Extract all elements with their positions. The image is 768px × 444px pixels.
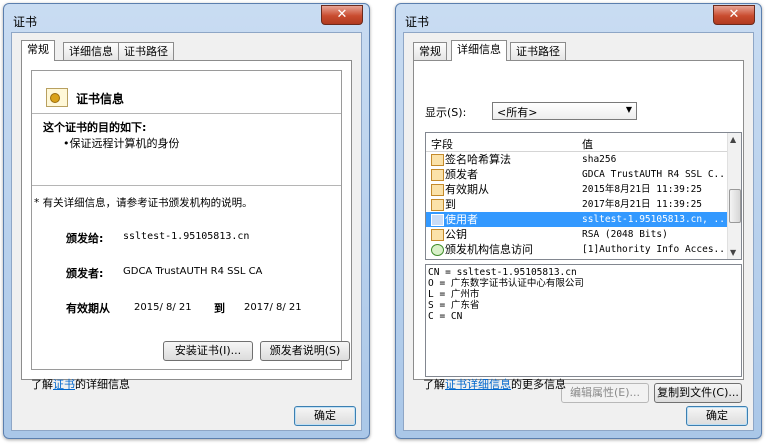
learn-prefix: 了解 [423, 378, 445, 391]
row-value: [1]Authority Info Acces... [582, 244, 731, 255]
row-field: 签名哈希算法 [445, 153, 511, 166]
detail-line: S = 广东省 [428, 300, 480, 311]
row-field: 公钥 [445, 228, 467, 241]
divider [32, 113, 341, 114]
show-dropdown-value: <所有> [497, 106, 538, 119]
row-field: 有效期从 [445, 183, 489, 196]
tab-general[interactable]: 常规 [413, 42, 447, 60]
dialog-client-area: 常规 详细信息 证书路径 证书信息 这个证书的目的如下: •保证远程计算机的身份… [11, 32, 362, 431]
valid-to-value: 2017/ 8/ 21 [244, 302, 302, 313]
general-panel: 证书信息 这个证书的目的如下: •保证远程计算机的身份 * 有关详细信息，请参考… [21, 60, 352, 380]
field-icon [431, 229, 444, 241]
row-field: 使用者 [445, 213, 478, 226]
learn-prefix: 了解 [31, 378, 53, 391]
scroll-thumb[interactable] [729, 189, 741, 223]
tab-general[interactable]: 常规 [21, 40, 55, 61]
learn-more-link[interactable]: 证书详细信息 [445, 378, 511, 391]
detail-line: L = 广州市 [428, 289, 480, 300]
footnote: * 有关详细信息，请参考证书颁发机构的说明。 [34, 197, 253, 209]
field-icon [431, 214, 444, 226]
close-button[interactable]: ✕ [321, 5, 363, 25]
list-row[interactable]: 有效期从 2015年8月21日 11:39:25 [426, 182, 727, 197]
certificate-info-box: 证书信息 这个证书的目的如下: •保证远程计算机的身份 * 有关详细信息，请参考… [31, 70, 350, 370]
issued-by-value: GDCA TrustAUTH R4 SSL CA [123, 266, 263, 277]
field-icon [431, 169, 444, 181]
purpose-item: •保证远程计算机的身份 [63, 137, 180, 150]
window-title: 证书 [13, 15, 38, 29]
issued-to-label: 颁发给: [66, 232, 104, 245]
show-label: 显示(S): [425, 106, 467, 119]
certificate-dialog-general: 证书 ✕ 常规 详细信息 证书路径 证书信息 这个证书的目的如下: •保证远程计… [3, 3, 370, 439]
issuer-statement-button[interactable]: 颁发者说明(S) [260, 341, 350, 361]
row-value: sha256 [582, 154, 617, 165]
detail-line: C = CN [428, 311, 463, 322]
column-header-field[interactable]: 字段 [431, 136, 453, 152]
chevron-down-icon: ▼ [625, 105, 632, 114]
divider [32, 185, 341, 186]
learn-more-text: 了解证书的详细信息 [31, 376, 130, 392]
list-row[interactable]: 颁发者 GDCA TrustAUTH R4 SSL C... [426, 167, 731, 182]
row-value: 2017年8月21日 11:39:25 [582, 199, 703, 210]
field-icon [431, 154, 444, 166]
vertical-scrollbar[interactable]: ▲ ▼ [727, 133, 741, 259]
purpose-heading: 这个证书的目的如下: [43, 121, 147, 134]
scroll-up-icon[interactable]: ▲ [730, 135, 736, 144]
cert-info-heading: 证书信息 [76, 92, 125, 106]
detail-line: O = 广东数字证书认证中心有限公司 [428, 278, 584, 289]
row-field: 颁发者 [445, 168, 478, 181]
certificate-icon [46, 88, 68, 107]
validity-to-label: 到 [214, 302, 225, 315]
list-row[interactable]: 使用者 ssltest-1.95105813.cn, ... [426, 212, 731, 227]
validity-label: 有效期从 [66, 302, 110, 315]
row-value: ssltest-1.95105813.cn, ... [582, 214, 731, 225]
list-row[interactable]: 到 2017年8月21日 11:39:25 [426, 197, 727, 212]
copy-to-file-button[interactable]: 复制到文件(C)... [654, 383, 742, 403]
detail-textbox[interactable]: CN = ssltest-1.95105813.cn O = 广东数字证书认证中… [425, 264, 742, 377]
field-icon [431, 184, 444, 196]
row-field: 颁发机构信息访问 [445, 243, 533, 256]
list-row[interactable]: 签名哈希算法 sha256 [426, 152, 727, 167]
details-panel: 显示(S): <所有> ▼ 字段 值 签名哈希算法 sha256 颁发者 GDCA T… [413, 60, 744, 403]
dialog-client-area: 常规 详细信息 证书路径 显示(S): <所有> ▼ 字段 值 签名哈希算法 sh… [403, 32, 754, 431]
certificate-dialog-details: 证书 ✕ 常规 详细信息 证书路径 显示(S): <所有> ▼ 字段 值 签名哈… [395, 3, 762, 439]
detail-line: CN = ssltest-1.95105813.cn [428, 267, 577, 278]
show-dropdown[interactable]: <所有> ▼ [492, 102, 637, 120]
issued-to-value: ssltest-1.95105813.cn [123, 231, 250, 242]
list-row[interactable]: 公钥 RSA (2048 Bits) [426, 227, 727, 242]
column-header-value[interactable]: 值 [582, 136, 593, 152]
tab-details[interactable]: 详细信息 [63, 42, 119, 60]
field-icon [431, 199, 444, 211]
edit-properties-button[interactable]: 编辑属性(E)... [561, 383, 649, 403]
scroll-down-icon[interactable]: ▼ [730, 248, 736, 257]
window-title: 证书 [405, 15, 430, 29]
learn-more-text: 了解证书详细信息的更多信息 [423, 376, 566, 392]
ok-button[interactable]: 确定 [294, 406, 356, 426]
close-button[interactable]: ✕ [713, 5, 755, 25]
learn-suffix: 的详细信息 [75, 378, 130, 391]
issued-by-label: 颁发者: [66, 267, 104, 280]
ok-button[interactable]: 确定 [686, 406, 748, 426]
tab-cert-path[interactable]: 证书路径 [118, 42, 174, 60]
install-certificate-button[interactable]: 安装证书(I)... [163, 341, 253, 361]
tab-cert-path[interactable]: 证书路径 [510, 42, 566, 60]
row-value: 2015年8月21日 11:39:25 [582, 184, 703, 195]
list-row[interactable]: 颁发机构信息访问 [1]Authority Info Acces... [426, 242, 731, 257]
field-icon [431, 244, 444, 256]
learn-more-link[interactable]: 证书 [53, 378, 75, 391]
list-header: 字段 值 [426, 133, 727, 152]
row-value: GDCA TrustAUTH R4 SSL C... [582, 169, 731, 180]
row-value: RSA (2048 Bits) [582, 229, 668, 240]
row-field: 到 [445, 198, 456, 211]
tab-details[interactable]: 详细信息 [451, 40, 507, 61]
fields-list[interactable]: 字段 值 签名哈希算法 sha256 颁发者 GDCA TrustAUTH R4 SS… [425, 132, 742, 260]
valid-from-value: 2015/ 8/ 21 [134, 302, 192, 313]
learn-suffix: 的更多信息 [511, 378, 566, 391]
